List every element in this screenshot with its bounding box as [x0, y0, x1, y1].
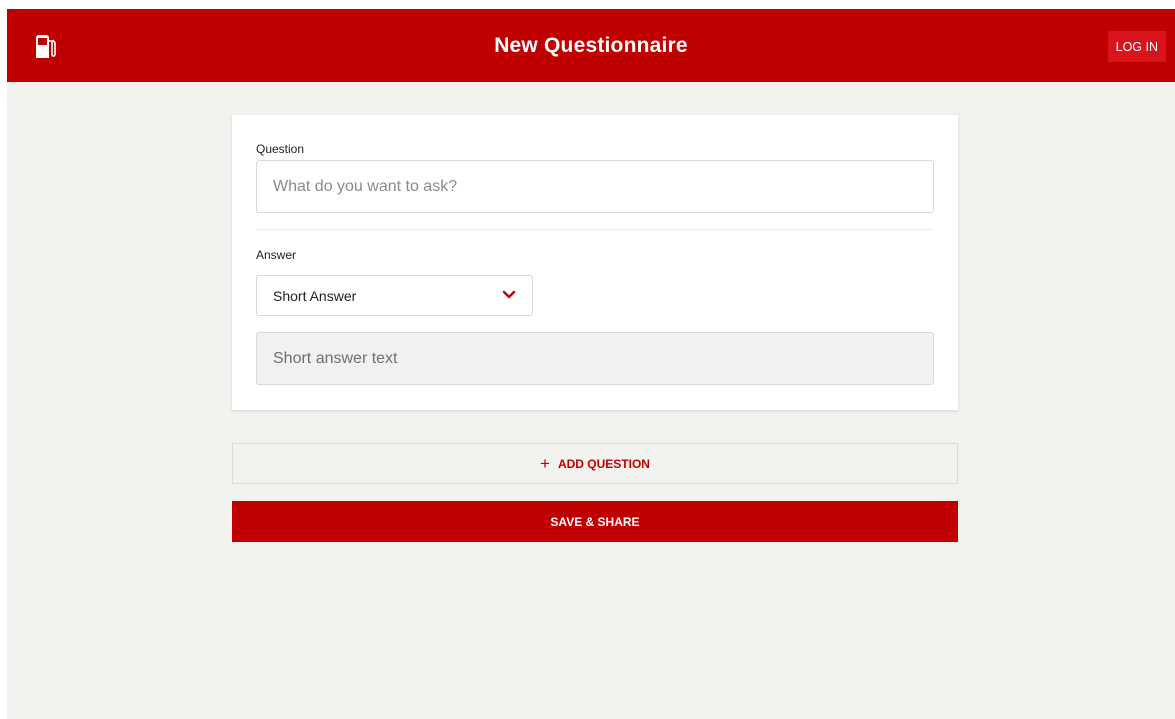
page-title: New Questionnaire: [494, 33, 688, 57]
question-card: Question Answer Short Answer Short answe…: [232, 115, 958, 410]
answer-type-select[interactable]: Short Answer: [256, 275, 533, 316]
plus-icon: +: [540, 454, 550, 473]
answer-label: Answer: [256, 248, 297, 262]
add-question-label: ADD QUESTION: [557, 456, 650, 471]
answer-type-value: Short Answer: [273, 287, 357, 304]
save-share-button[interactable]: SAVE & SHARE: [232, 501, 958, 542]
divider: [256, 229, 934, 230]
app-frame: New Questionnaire LOG IN Question Answer…: [7, 9, 1175, 719]
short-answer-preview: Short answer text: [256, 332, 934, 385]
login-button[interactable]: LOG IN: [1107, 31, 1166, 62]
top-bar: New Questionnaire LOG IN: [7, 9, 1175, 82]
chevron-down-icon: [502, 287, 516, 305]
save-share-label: SAVE & SHARE: [550, 514, 640, 529]
question-input[interactable]: [256, 160, 934, 213]
add-question-button[interactable]: + ADD QUESTION: [232, 443, 958, 484]
fuel-pump-icon[interactable]: [34, 33, 58, 59]
question-label: Question: [256, 142, 305, 156]
